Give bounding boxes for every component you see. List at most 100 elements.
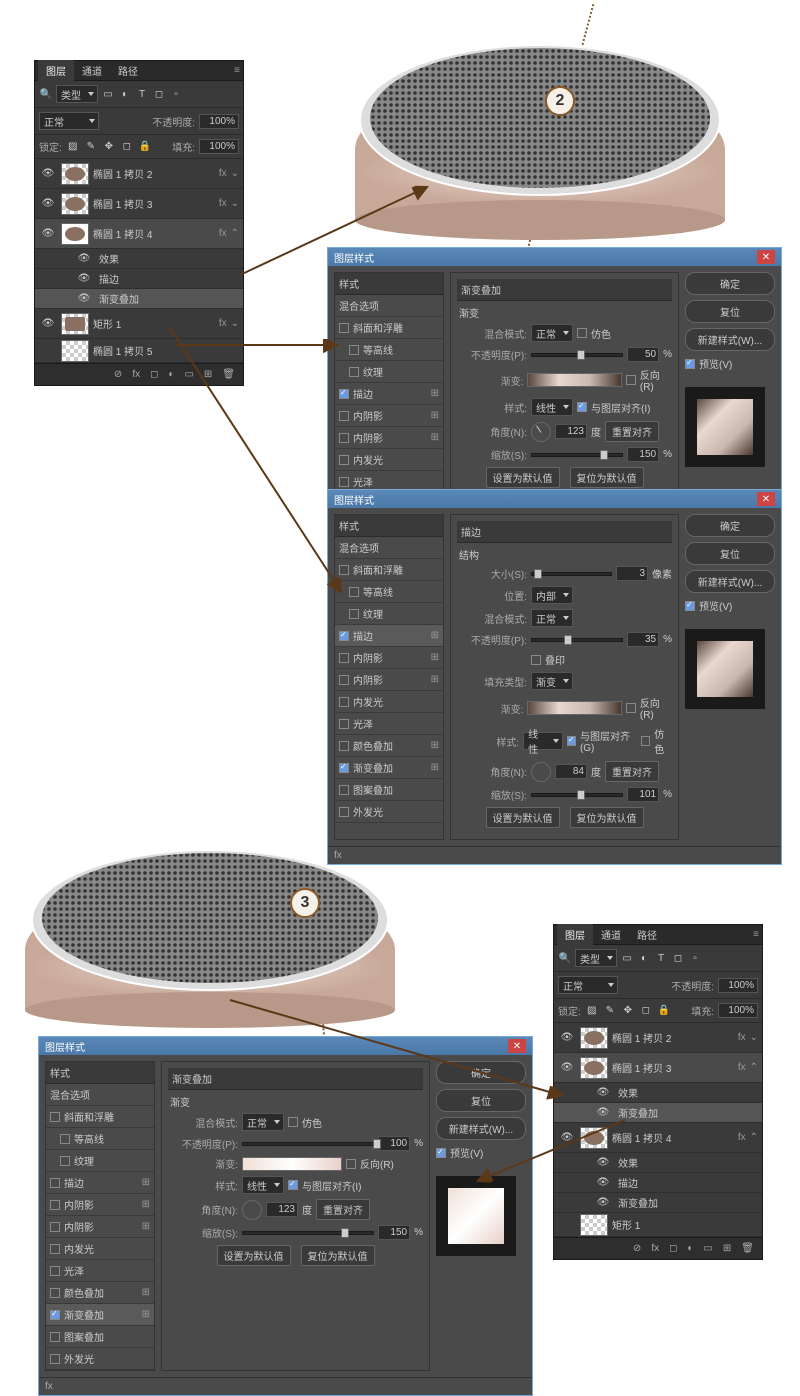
blend-mode-select[interactable]: 正常 xyxy=(531,324,573,342)
angle-dial[interactable] xyxy=(531,422,551,442)
layer-name[interactable]: 椭圆 1 拷贝 2 xyxy=(93,166,219,181)
filter-smart-icon[interactable]: ▫ xyxy=(688,951,702,965)
style-satin[interactable]: 光泽 xyxy=(335,713,443,735)
preview-checkbox[interactable] xyxy=(685,359,695,369)
style-gradient-overlay[interactable]: 渐变叠加⊞ xyxy=(335,757,443,779)
link-icon[interactable]: ⊘ xyxy=(633,1243,641,1254)
style-pattern-overlay[interactable]: 图案叠加 xyxy=(335,779,443,801)
lock-pixels-icon[interactable]: ▨ xyxy=(585,1004,599,1018)
set-default-button[interactable]: 设置为默认值 xyxy=(486,807,560,828)
reset-default-button[interactable]: 复位为默认值 xyxy=(570,467,644,488)
tab-paths[interactable]: 路径 xyxy=(110,60,146,81)
layer-name[interactable]: 椭圆 1 拷贝 3 xyxy=(612,1060,738,1075)
style-texture[interactable]: 纹理 xyxy=(335,603,443,625)
size-slider[interactable] xyxy=(531,572,612,576)
fill-input[interactable]: 100% xyxy=(199,139,239,154)
visibility-toggle[interactable]: 👁 xyxy=(39,228,57,239)
new-layer-icon[interactable]: ⊞ xyxy=(204,369,212,380)
style-gradient-overlay[interactable]: 渐变叠加⊞ xyxy=(46,1304,154,1326)
panel-menu-icon[interactable]: ≡ xyxy=(234,65,240,76)
group-icon[interactable]: ▭ xyxy=(703,1243,712,1254)
visibility-toggle[interactable]: 👁 xyxy=(39,198,57,209)
lock-move-icon[interactable]: ✥ xyxy=(621,1004,635,1018)
style-inner-shadow-2[interactable]: 内阴影⊞ xyxy=(335,427,443,449)
fx-icon[interactable]: fx xyxy=(651,1243,659,1254)
reset-default-button[interactable]: 复位为默认值 xyxy=(301,1245,375,1266)
tab-layers[interactable]: 图层 xyxy=(38,60,74,81)
style-outer-glow[interactable]: 外发光 xyxy=(46,1348,154,1370)
style-contour[interactable]: 等高线 xyxy=(46,1128,154,1150)
preview-checkbox[interactable] xyxy=(685,601,695,611)
layer-name[interactable]: 椭圆 1 拷贝 5 xyxy=(93,343,239,358)
angle-dial[interactable] xyxy=(531,762,551,782)
layer-name[interactable]: 椭圆 1 拷贝 4 xyxy=(612,1130,738,1145)
filter-type-icon[interactable]: T xyxy=(654,951,668,965)
tab-channels[interactable]: 通道 xyxy=(74,60,110,81)
set-default-button[interactable]: 设置为默认值 xyxy=(486,467,560,488)
delete-icon[interactable]: 🗑 xyxy=(741,1243,754,1254)
gradient-picker[interactable] xyxy=(527,701,622,715)
style-stroke[interactable]: 描边⊞ xyxy=(335,383,443,405)
filter-shape-icon[interactable]: ◻ xyxy=(152,87,166,101)
layer-name[interactable]: 椭圆 1 拷贝 2 xyxy=(612,1030,738,1045)
effect-stroke[interactable]: 描边 xyxy=(618,1175,638,1190)
style-contour[interactable]: 等高线 xyxy=(335,581,443,603)
visibility-toggle[interactable]: 👁 xyxy=(39,168,57,179)
gradient-picker[interactable] xyxy=(242,1157,342,1171)
set-default-button[interactable]: 设置为默认值 xyxy=(217,1245,291,1266)
style-inner-shadow[interactable]: 内阴影⊞ xyxy=(335,405,443,427)
ok-button[interactable]: 确定 xyxy=(685,272,775,295)
reset-align-button[interactable]: 重置对齐 xyxy=(605,761,659,782)
ok-button[interactable]: 确定 xyxy=(685,514,775,537)
filter-adjust-icon[interactable]: ◐ xyxy=(637,951,651,965)
visibility-toggle[interactable]: 👁 xyxy=(594,1107,612,1118)
overprint-checkbox[interactable] xyxy=(531,655,541,665)
ok-button[interactable]: 确定 xyxy=(436,1061,526,1084)
visibility-toggle[interactable]: 👁 xyxy=(558,1062,576,1073)
preview-checkbox[interactable] xyxy=(436,1148,446,1158)
angle-input[interactable]: 123 xyxy=(266,1202,298,1217)
blend-mode-select[interactable]: 正常 xyxy=(531,609,573,627)
lock-artboard-icon[interactable]: ◻ xyxy=(639,1004,653,1018)
style-color-overlay[interactable]: 颜色叠加⊞ xyxy=(46,1282,154,1304)
scale-slider[interactable] xyxy=(531,793,623,797)
style-stroke[interactable]: 描边⊞ xyxy=(335,625,443,647)
fx-icon[interactable]: fx xyxy=(132,369,140,380)
adjustment-icon[interactable]: ◐ xyxy=(168,369,174,380)
reset-align-button[interactable]: 重置对齐 xyxy=(316,1199,370,1220)
dither-checkbox[interactable] xyxy=(288,1117,298,1127)
gradient-style-select[interactable]: 线性 xyxy=(242,1176,284,1194)
lock-move-icon[interactable]: ✥ xyxy=(102,140,116,154)
close-button[interactable]: ✕ xyxy=(757,250,775,264)
filter-type-dropdown[interactable]: 类型 xyxy=(575,949,617,967)
layer-name[interactable]: 椭圆 1 拷贝 4 xyxy=(93,226,219,241)
angle-dial[interactable] xyxy=(242,1200,262,1220)
opacity-input[interactable]: 100 xyxy=(378,1136,410,1151)
style-inner-glow[interactable]: 内发光 xyxy=(335,449,443,471)
lock-all-icon[interactable]: 🔒 xyxy=(657,1004,671,1018)
style-inner-shadow[interactable]: 内阴影⊞ xyxy=(46,1194,154,1216)
visibility-toggle[interactable]: 👁 xyxy=(558,1132,576,1143)
group-icon[interactable]: ▭ xyxy=(184,369,193,380)
lock-artboard-icon[interactable]: ◻ xyxy=(120,140,134,154)
style-inner-shadow-2[interactable]: 内阴影⊞ xyxy=(335,669,443,691)
gradient-style-select[interactable]: 线性 xyxy=(523,732,563,750)
visibility-toggle[interactable]: 👁 xyxy=(558,1032,576,1043)
style-contour[interactable]: 等高线 xyxy=(335,339,443,361)
fx-expand[interactable]: ⌃ xyxy=(231,228,239,239)
filter-type-icon[interactable]: T xyxy=(135,87,149,101)
layer-name[interactable]: 矩形 1 xyxy=(93,316,219,331)
fill-type-select[interactable]: 渐变 xyxy=(531,672,573,690)
position-select[interactable]: 内部 xyxy=(531,586,573,604)
opacity-input[interactable]: 100% xyxy=(718,978,758,993)
visibility-toggle[interactable]: 👁 xyxy=(594,1087,612,1098)
style-inner-shadow-2[interactable]: 内阴影⊞ xyxy=(46,1216,154,1238)
effect-gradient-overlay[interactable]: 渐变叠加 xyxy=(618,1105,658,1120)
effect-gradient-overlay[interactable]: 渐变叠加 xyxy=(99,291,139,306)
style-inner-glow[interactable]: 内发光 xyxy=(46,1238,154,1260)
layer-name[interactable]: 椭圆 1 拷贝 3 xyxy=(93,196,219,211)
fx-expand[interactable]: ⌄ xyxy=(231,198,239,209)
close-button[interactable]: ✕ xyxy=(508,1039,526,1053)
visibility-toggle[interactable]: 👁 xyxy=(75,273,93,284)
visibility-toggle[interactable]: 👁 xyxy=(75,293,93,304)
